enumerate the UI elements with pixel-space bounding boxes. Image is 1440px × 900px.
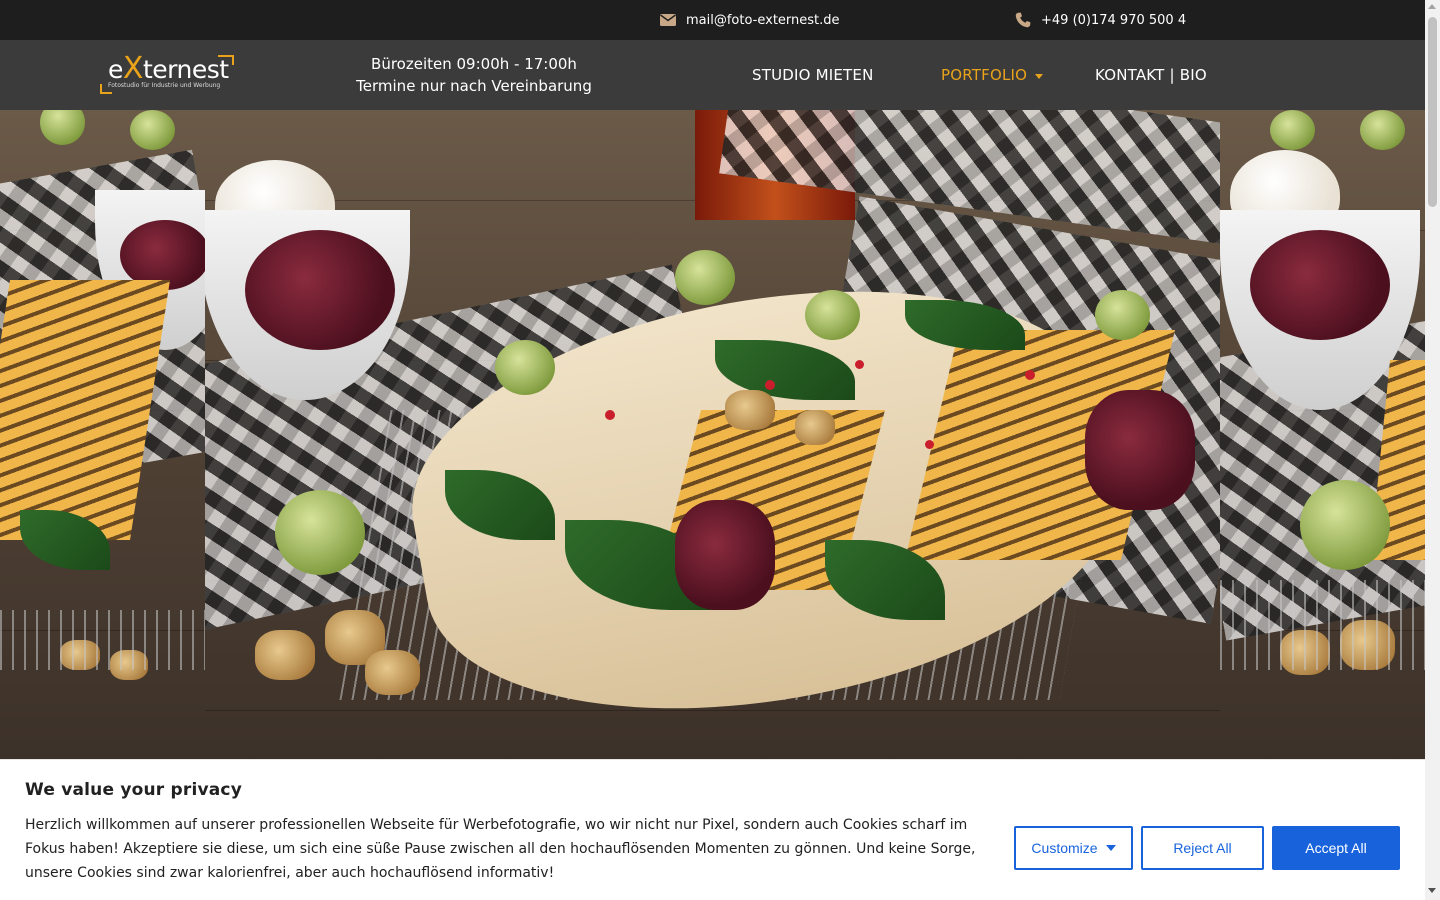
scrollbar-thumb[interactable] xyxy=(1428,17,1437,207)
site-header: eXternest Fotostudio für Industrie und W… xyxy=(0,40,1425,110)
email-link[interactable]: mail@foto-externest.de xyxy=(660,0,840,40)
logo-tagline: Fotostudio für Industrie und Werbung xyxy=(108,82,221,89)
accept-all-button[interactable]: Accept All xyxy=(1272,826,1400,870)
nav-studio-mieten[interactable]: STUDIO MIETEN xyxy=(752,40,874,110)
reject-all-button[interactable]: Reject All xyxy=(1141,826,1264,870)
hero-side-image-left xyxy=(0,110,205,760)
logo-wordmark: eXternest xyxy=(108,51,229,86)
nav-portfolio[interactable]: PORTFOLIO xyxy=(941,40,1044,110)
customize-label: Customize xyxy=(1031,840,1098,856)
phone-icon xyxy=(1015,12,1031,28)
page: mail@foto-externest.de +49 (0)174 970 50… xyxy=(0,0,1425,900)
phone-text: +49 (0)174 970 500 4 xyxy=(1041,12,1187,28)
nav-portfolio-label: PORTFOLIO xyxy=(941,66,1028,84)
office-hours: Bürozeiten 09:00h - 17:00h Termine nur n… xyxy=(340,53,608,97)
top-contact-bar: mail@foto-externest.de +49 (0)174 970 50… xyxy=(0,0,1425,40)
envelope-icon xyxy=(660,14,676,26)
cookie-description: Herzlich willkommen auf unserer professi… xyxy=(25,817,976,881)
customize-button[interactable]: Customize xyxy=(1014,826,1133,870)
site-logo[interactable]: eXternest Fotostudio für Industrie und W… xyxy=(100,54,240,96)
phone-link[interactable]: +49 (0)174 970 500 4 xyxy=(1015,0,1186,40)
nav-kontakt-bio[interactable]: KONTAKT | BIO xyxy=(1095,40,1207,110)
scroll-down-arrow-icon[interactable] xyxy=(1428,888,1436,893)
chevron-down-icon xyxy=(1105,845,1116,851)
chevron-down-icon xyxy=(1035,73,1044,79)
cookie-title: We value your privacy xyxy=(25,780,242,800)
vertical-scrollbar[interactable] xyxy=(1425,0,1440,900)
office-hours-line: Bürozeiten 09:00h - 17:00h xyxy=(371,55,577,73)
cookie-consent-banner: We value your privacy Herzlich willkomme… xyxy=(0,759,1425,900)
hero-food-image xyxy=(0,110,1425,760)
email-text: mail@foto-externest.de xyxy=(686,12,840,28)
appointment-note: Termine nur nach Vereinbarung xyxy=(356,77,592,95)
hero-side-image-right xyxy=(1220,110,1425,760)
hero-main-image xyxy=(205,110,1220,760)
scroll-up-arrow-icon[interactable] xyxy=(1428,4,1436,9)
